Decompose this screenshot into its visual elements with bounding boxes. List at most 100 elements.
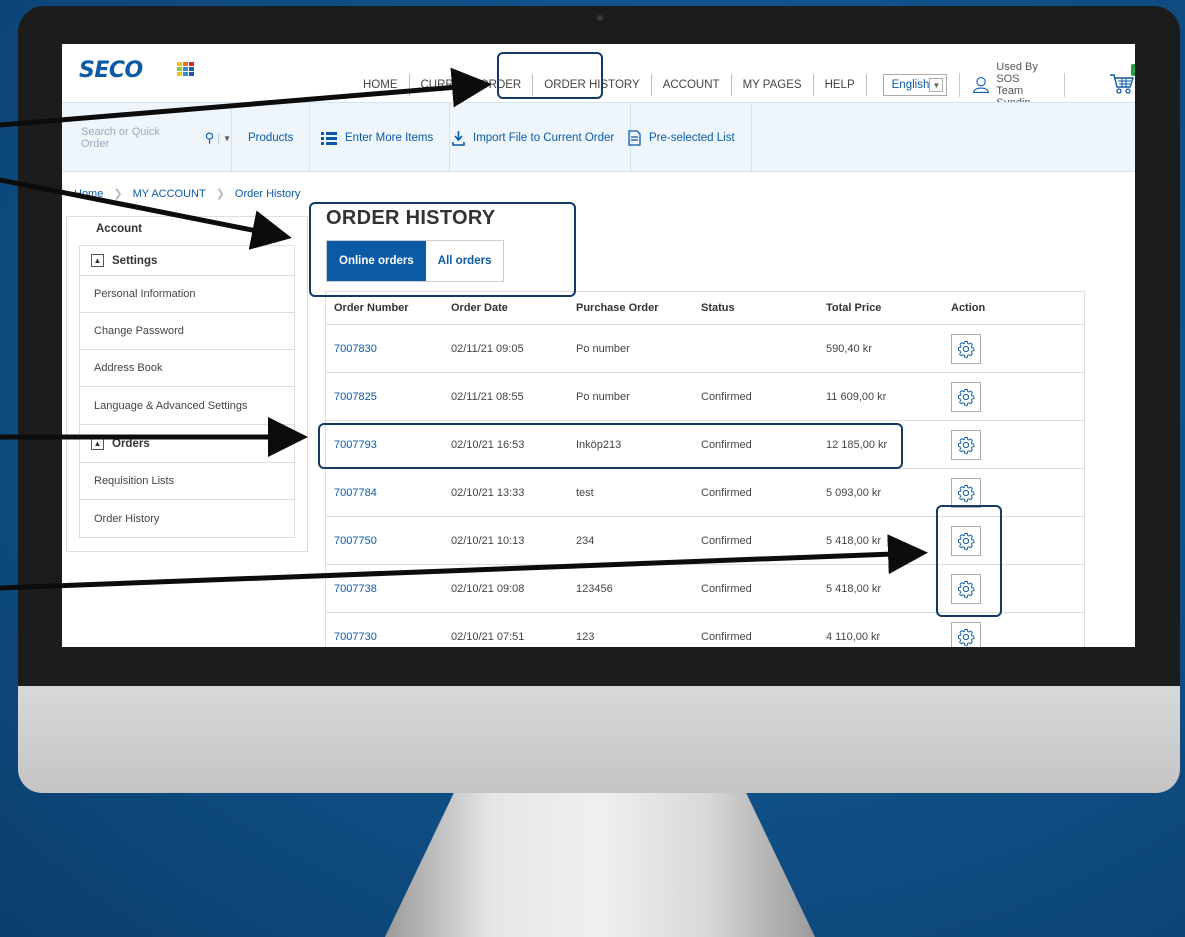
order-number-link[interactable]: 7007784 (326, 487, 451, 499)
divider: | (217, 132, 221, 144)
col-total-price[interactable]: Total Price (826, 302, 951, 314)
col-action: Action (951, 302, 986, 314)
search-input[interactable]: Search or Quick Order ⚲ | ▼ (62, 103, 232, 173)
order-tabs: Online orders All orders (326, 240, 505, 282)
order-table: Order Number Order Date Purchase Order S… (325, 291, 1085, 647)
sidebar-item-personal-information[interactable]: Personal Information (80, 276, 294, 313)
collapse-icon: ▲ (91, 437, 104, 450)
action-cell (951, 381, 1051, 412)
table-row: 7007830 02/11/21 09:05 Po number 590,40 kr (326, 325, 1084, 373)
col-order-number[interactable]: Order Number (326, 302, 451, 314)
sidebar-item-address-book[interactable]: Address Book (80, 350, 294, 387)
cart-count-badge: 3 (1130, 63, 1135, 76)
order-number-link[interactable]: 7007738 (326, 583, 451, 595)
order-date: 02/10/21 16:53 (451, 438, 525, 451)
gear-icon[interactable] (951, 333, 981, 364)
user-name: Used By SOS (996, 61, 1038, 85)
sidebar-item-requisition-lists[interactable]: Requisition Lists (80, 463, 294, 500)
action-cell (951, 525, 1051, 556)
gear-icon[interactable] (951, 525, 981, 556)
action-cell (951, 477, 1051, 508)
breadcrumb: Home ❯ MY ACCOUNT ❯ Order History (74, 187, 300, 201)
table-row: 7007784 02/10/21 13:33 test Confirmed 5 093,… (326, 469, 1084, 517)
table-header: Order Number Order Date Purchase Order S… (326, 292, 1084, 325)
import-file-button[interactable]: Import File to Current Order (436, 103, 632, 173)
seco-logo[interactable]: SECO (79, 58, 143, 83)
table-row: 7007825 02/11/21 08:55 Po number Confirmed 1… (326, 373, 1084, 421)
sidebar-item-order-history[interactable]: Order History (80, 500, 294, 537)
order-status: Confirmed (701, 486, 752, 499)
search-placeholder: Search or Quick Order (81, 126, 160, 150)
search-icon[interactable]: ⚲ (205, 130, 215, 146)
gear-icon[interactable] (951, 477, 981, 508)
sidebar-item-language-settings[interactable]: Language & Advanced Settings (80, 387, 294, 424)
total-price: 590,40 kr (826, 342, 872, 355)
header: SECO HOME CURRENT ORDER ORDER HISTORY AC… (62, 44, 1135, 109)
breadcrumb-my-account[interactable]: MY ACCOUNT (133, 188, 206, 200)
purchase-order: Po number (576, 390, 630, 403)
chevron-down-icon[interactable]: ▼ (223, 134, 231, 143)
order-status: Confirmed (701, 390, 752, 403)
preselected-list-button[interactable]: Pre-selected List (612, 103, 752, 173)
language-select[interactable]: English ▼ (882, 74, 948, 96)
col-purchase-order[interactable]: Purchase Order (576, 302, 701, 314)
sidebar-account-heading: Account (96, 223, 142, 235)
purchase-order: test (576, 486, 594, 499)
order-status: Confirmed (701, 630, 752, 643)
action-cell (951, 621, 1051, 647)
tab-online-orders[interactable]: Online orders (327, 241, 426, 281)
page-title: ORDER HISTORY (326, 207, 496, 229)
toolbar: Search or Quick Order ⚲ | ▼ Products Ent… (62, 102, 1135, 173)
purchase-order: Inköp213 (576, 438, 622, 451)
table-row: 7007793 02/10/21 16:53 Inköp213 Confirmed 12… (326, 421, 1084, 469)
nav-account[interactable]: ACCOUNT (652, 74, 732, 96)
chevron-right-icon: ❯ (113, 188, 123, 200)
gear-icon[interactable] (951, 429, 981, 460)
order-number-link[interactable]: 7007825 (326, 391, 451, 403)
order-number-link[interactable]: 7007750 (326, 535, 451, 547)
col-order-date[interactable]: Order Date (451, 302, 576, 314)
orders-group-toggle[interactable]: ▲ Orders (80, 425, 294, 463)
account-sidebar: Account ▲ Settings Personal Information … (66, 216, 308, 552)
products-button[interactable]: Products (232, 103, 311, 173)
col-status[interactable]: Status (701, 302, 826, 314)
purchase-order: 123 (576, 630, 595, 643)
breadcrumb-order-history[interactable]: Order History (235, 188, 300, 200)
nav-current-order[interactable]: CURRENT ORDER (410, 74, 534, 96)
tab-all-orders[interactable]: All orders (425, 241, 504, 281)
nav-my-pages[interactable]: MY PAGES (732, 74, 814, 96)
language-value: English (891, 79, 930, 91)
nav-home[interactable]: HOME (352, 74, 410, 96)
user-icon (973, 77, 990, 93)
nav-order-history[interactable]: ORDER HISTORY (533, 74, 652, 96)
order-number-link[interactable]: 7007793 (326, 439, 451, 451)
order-number-link[interactable]: 7007830 (326, 343, 451, 355)
total-price: 4 110,00 kr (826, 630, 881, 643)
nav-help[interactable]: HELP (814, 74, 867, 96)
order-date: 02/11/21 08:55 (451, 390, 524, 403)
order-status: Confirmed (701, 534, 752, 547)
gear-icon[interactable] (951, 621, 981, 647)
settings-group-title: Settings (112, 254, 158, 267)
order-date: 02/11/21 09:05 (451, 342, 524, 355)
divider (1064, 73, 1065, 97)
sidebar-item-change-password[interactable]: Change Password (80, 313, 294, 350)
purchase-order: 234 (576, 534, 595, 547)
settings-group-toggle[interactable]: ▲ Settings (80, 246, 294, 276)
gear-icon[interactable] (951, 381, 981, 412)
table-row: 7007738 02/10/21 09:08 123456 Confirmed 5 41… (326, 565, 1084, 613)
table-row: 7007750 02/10/21 10:13 234 Confirmed 5 418,0… (326, 517, 1084, 565)
breadcrumb-home[interactable]: Home (74, 188, 103, 200)
orders-group-title: Orders (112, 437, 150, 450)
total-price: 11 609,00 kr (826, 390, 887, 403)
cart-button[interactable]: 3 (1109, 63, 1135, 99)
order-date: 02/10/21 07:51 (451, 630, 525, 643)
gear-icon[interactable] (951, 573, 981, 604)
order-number-link[interactable]: 7007730 (326, 631, 451, 643)
purchase-order: Po number (576, 342, 630, 355)
chevron-down-icon: ▼ (929, 78, 944, 92)
order-status: Confirmed (701, 438, 752, 451)
action-cell (951, 333, 1051, 364)
chevron-right-icon: ❯ (215, 188, 225, 200)
enter-more-items-button[interactable]: Enter More Items (305, 103, 451, 173)
